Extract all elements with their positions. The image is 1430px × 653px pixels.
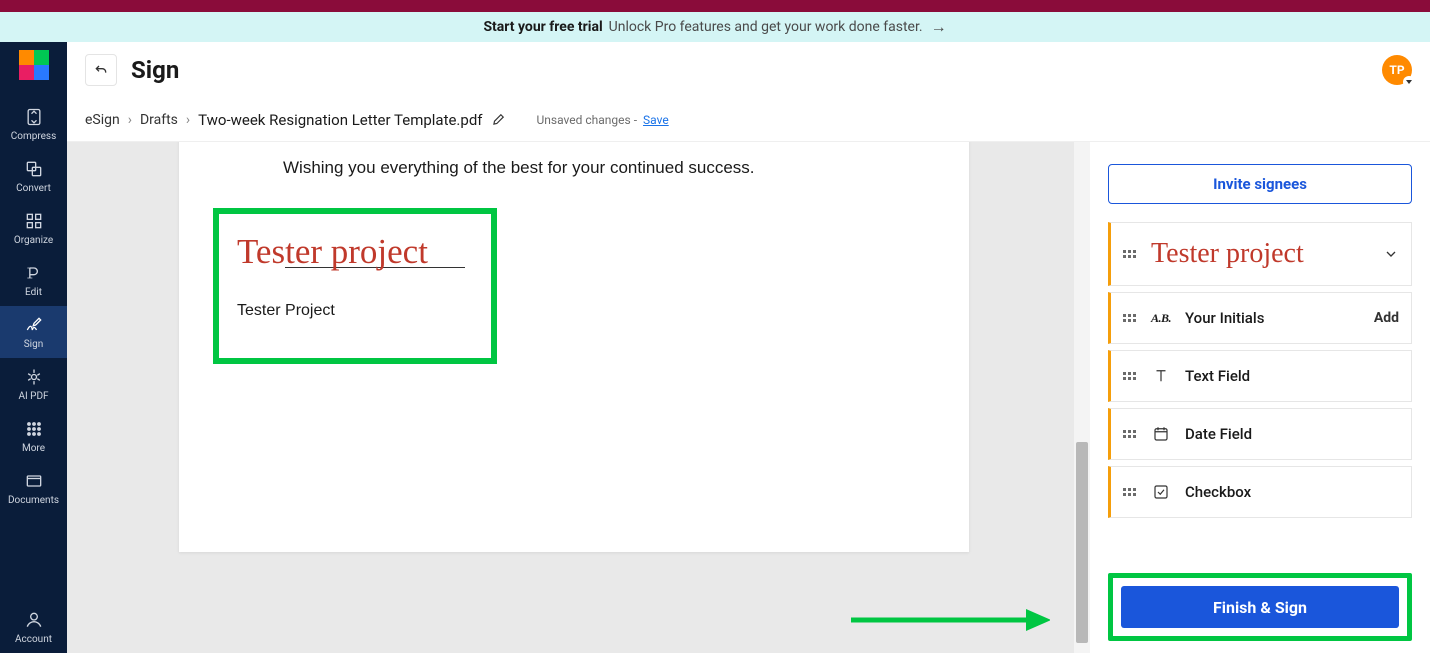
signature-preview: Tester project xyxy=(1151,238,1383,270)
invite-signees-button[interactable]: Invite signees xyxy=(1108,164,1412,204)
sidebar-label: More xyxy=(22,443,45,454)
vertical-scrollbar[interactable] xyxy=(1074,142,1090,653)
grip-icon xyxy=(1123,250,1137,258)
save-link[interactable]: Save xyxy=(643,113,669,127)
breadcrumb-folder[interactable]: Drafts xyxy=(140,112,178,128)
finish-sign-label: Finish & Sign xyxy=(1213,598,1307,617)
more-grid-icon xyxy=(24,419,44,439)
signature-annotation-highlight[interactable]: Tester project Tester Project xyxy=(213,208,497,364)
edit-icon xyxy=(24,263,44,283)
field-item-date[interactable]: Date Field xyxy=(1108,408,1412,460)
sidebar-item-more[interactable]: More xyxy=(0,410,67,462)
sign-icon xyxy=(24,315,44,335)
avatar-initials: TP xyxy=(1389,63,1404,77)
right-panel: Invite signees Tester project A.B. Your … xyxy=(1090,142,1430,653)
sidebar-label: Edit xyxy=(25,287,42,298)
breadcrumb-root[interactable]: eSign xyxy=(85,112,120,128)
undo-icon xyxy=(93,62,109,78)
chevron-down-icon[interactable] xyxy=(1383,246,1399,262)
sidebar-label: Convert xyxy=(16,183,51,194)
convert-icon xyxy=(24,159,44,179)
documents-icon xyxy=(24,471,44,491)
grip-icon xyxy=(1123,314,1137,322)
sidebar-label: Sign xyxy=(24,339,44,350)
field-item-text[interactable]: Text Field xyxy=(1108,350,1412,402)
top-accent-bar xyxy=(0,0,1430,12)
calendar-icon xyxy=(1151,424,1171,444)
document-body-text: Wishing you everything of the best for y… xyxy=(283,158,755,178)
finish-sign-button[interactable]: Finish & Sign xyxy=(1121,586,1399,628)
field-label: Date Field xyxy=(1185,425,1399,443)
field-item-checkbox[interactable]: Checkbox xyxy=(1108,466,1412,518)
trial-banner[interactable]: Start your free trial Unlock Pro feature… xyxy=(0,12,1430,42)
sidebar-label: Documents xyxy=(8,495,59,506)
document-canvas[interactable]: Wishing you everything of the best for y… xyxy=(67,142,1074,653)
sidebar-item-sign[interactable]: Sign xyxy=(0,306,67,358)
breadcrumb-separator: › xyxy=(128,112,132,128)
breadcrumb-separator: › xyxy=(186,112,190,128)
grip-icon xyxy=(1123,488,1137,496)
sidebar-item-organize[interactable]: Organize xyxy=(0,202,67,254)
annotation-arrow-icon xyxy=(851,605,1050,635)
avatar[interactable]: TP xyxy=(1382,55,1412,85)
breadcrumb: eSign › Drafts › Two-week Resignation Le… xyxy=(67,98,1430,142)
checkbox-icon xyxy=(1151,482,1171,502)
sidebar-label: AI PDF xyxy=(18,391,48,402)
organize-icon xyxy=(24,211,44,231)
sidebar-label: Account xyxy=(15,634,52,645)
sidebar-item-documents[interactable]: Documents xyxy=(0,462,67,514)
grip-icon xyxy=(1123,372,1137,380)
scrollbar-thumb[interactable] xyxy=(1076,442,1088,643)
invite-signees-label: Invite signees xyxy=(1213,175,1307,193)
compress-icon xyxy=(24,107,44,127)
finish-sign-highlight: Finish & Sign xyxy=(1108,573,1412,641)
field-item-initials[interactable]: A.B. Your Initials Add xyxy=(1108,292,1412,344)
document-page[interactable]: Wishing you everything of the best for y… xyxy=(179,142,969,552)
unsaved-changes-label: Unsaved changes - xyxy=(537,113,638,127)
breadcrumb-document: Two-week Resignation Letter Template.pdf xyxy=(198,111,482,129)
field-item-signature[interactable]: Tester project xyxy=(1108,222,1412,286)
initials-icon: A.B. xyxy=(1151,308,1171,328)
header-bar: Sign TP xyxy=(67,42,1430,98)
field-label: Text Field xyxy=(1185,367,1399,385)
sidebar: Compress Convert Organize Edit Sign AI P… xyxy=(0,42,67,653)
pencil-icon[interactable] xyxy=(491,113,505,127)
app-logo[interactable] xyxy=(19,50,49,80)
chevron-down-icon xyxy=(1403,76,1415,88)
sidebar-item-edit[interactable]: Edit xyxy=(0,254,67,306)
arrow-right-icon: → xyxy=(931,17,947,37)
field-label: Checkbox xyxy=(1185,483,1399,501)
account-icon xyxy=(24,610,44,630)
add-initials-button[interactable]: Add xyxy=(1374,310,1399,326)
sidebar-item-convert[interactable]: Convert xyxy=(0,150,67,202)
trial-banner-title: Start your free trial xyxy=(483,19,602,35)
ai-pdf-icon xyxy=(24,367,44,387)
grip-icon xyxy=(1123,430,1137,438)
trial-banner-subtitle: Unlock Pro features and get your work do… xyxy=(609,19,923,35)
sidebar-label: Organize xyxy=(14,235,53,246)
signature-script: Tester project xyxy=(237,234,473,269)
field-label: Your Initials xyxy=(1185,309,1374,327)
sidebar-item-compress[interactable]: Compress xyxy=(0,98,67,150)
sidebar-item-account[interactable]: Account xyxy=(0,601,67,653)
signature-name: Tester Project xyxy=(237,302,473,320)
page-title: Sign xyxy=(131,56,179,84)
sidebar-label: Compress xyxy=(11,131,57,142)
undo-button[interactable] xyxy=(85,54,117,86)
text-field-icon xyxy=(1151,366,1171,386)
sidebar-item-ai-pdf[interactable]: AI PDF xyxy=(0,358,67,410)
